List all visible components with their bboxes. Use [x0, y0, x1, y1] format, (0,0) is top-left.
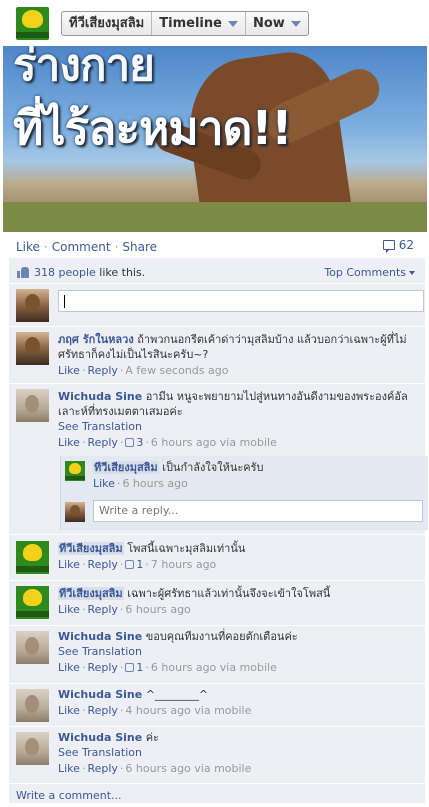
comment-reply-link[interactable]: Reply [87, 436, 117, 449]
comment-text: ขอบคุณทีมงานที่คอยตักเตือนค่ะ [145, 630, 298, 643]
comment-author[interactable]: Wichuda Sine [58, 731, 142, 744]
comment-text: ^________^ [145, 688, 209, 701]
comment-like-link[interactable]: Like [58, 762, 80, 775]
comment-author[interactable]: ทีวีเสียงมุสลิม [58, 587, 124, 600]
page-name-label: ทีวีเสียงมุสลิม [69, 16, 145, 31]
comment-like-count-value: 3 [136, 436, 144, 449]
comment-reply-link[interactable]: Reply [87, 558, 117, 571]
comment-item: ภฤศ รักในหลวง ถ้าพวกนอกรีตเค้าด่าว่ามุสล… [9, 327, 425, 384]
post-actions: Like · Comment · Share 62 [16, 238, 414, 254]
share-link[interactable]: Share [122, 240, 157, 254]
avatar[interactable] [16, 541, 49, 574]
photo-headline-2: ที่ไร้ละหมาด!! [13, 101, 292, 155]
comment-input[interactable] [58, 290, 424, 312]
avatar[interactable] [16, 586, 49, 619]
write-comment-link[interactable]: Write a comment... [16, 789, 122, 802]
comment-like-count[interactable]: 1 [125, 661, 143, 674]
page-name-button[interactable]: ทีวีเสียงมุสลิม [62, 12, 153, 35]
avatar[interactable] [16, 389, 49, 422]
comment-reply-link[interactable]: Reply [87, 364, 117, 377]
comment-time: 6 hours ago [125, 603, 191, 616]
comment-like-link[interactable]: Like [58, 603, 80, 616]
comment-reply-link[interactable]: Reply [87, 704, 117, 717]
avatar[interactable] [16, 732, 49, 765]
comment-bubble-icon [382, 240, 395, 253]
comment-author[interactable]: ภฤศ รักในหลวง [58, 333, 134, 346]
comment-item: ทีวีเสียงมุสลิม เฉพาะผู้ศรัทธาแล้วเท่านั… [9, 581, 425, 626]
comment-time: 7 hours ago [150, 558, 217, 571]
timeline-dropdown[interactable]: Timeline [152, 12, 246, 35]
avatar[interactable] [16, 689, 49, 722]
chevron-down-icon [409, 270, 415, 275]
comment-text: เฉพาะผู้ศรัทธาแล้วเท่านั้นจึงจะเข้าใจโพส… [127, 587, 331, 600]
comment-like-count[interactable]: 1 [125, 558, 143, 571]
comment-like-link[interactable]: Like [58, 704, 80, 717]
top-comments-dropdown[interactable]: Top Comments [324, 266, 415, 279]
reply-author[interactable]: ทีวีเสียงมุสลิม [93, 461, 159, 474]
comment-text: โพสนี้เฉพาะมุสลิมเท่านั้น [127, 542, 246, 555]
post-photo[interactable]: ร่างกาย ที่ไร้ละหมาด!! [3, 46, 427, 232]
comment-like-count-value: 1 [136, 661, 144, 674]
comment-author[interactable]: Wichuda Sine [58, 630, 142, 643]
reply-input[interactable]: Write a reply... [93, 500, 423, 522]
comment-link[interactable]: Comment [52, 240, 111, 254]
see-translation-link[interactable]: See Translation [58, 645, 142, 658]
like-this-text: like this. [99, 266, 146, 279]
reply-time: 6 hours ago [122, 477, 188, 490]
people-like-link[interactable]: 318 people [34, 266, 96, 279]
comment-time: A few seconds ago [125, 364, 229, 377]
comment-like-link[interactable]: Like [58, 436, 80, 449]
thumbs-up-icon [125, 663, 135, 672]
comment-composer [9, 284, 425, 327]
page-header: ทีวีเสียงมุสลิม Timeline Now [0, 0, 429, 46]
comment-author[interactable]: ทีวีเสียงมุสลิม [58, 542, 124, 555]
reply-thread: ทีวีเสียงมุสลิม เป็นกำลังใจให้นะครับ Lik… [60, 456, 428, 530]
timeline-label: Timeline [159, 16, 222, 31]
comment-time: 6 hours ago via mobile [125, 762, 252, 775]
comment-author[interactable]: Wichuda Sine [58, 688, 142, 701]
top-comments-label: Top Comments [324, 266, 406, 279]
comment-like-link[interactable]: Like [58, 364, 80, 377]
comment-reply-link[interactable]: Reply [87, 661, 117, 674]
comment-text: ค่ะ [145, 731, 159, 744]
see-translation-link[interactable]: See Translation [58, 420, 142, 433]
now-dropdown[interactable]: Now [246, 12, 308, 35]
avatar[interactable] [16, 289, 49, 322]
thumbs-up-icon [125, 560, 135, 569]
avatar[interactable] [16, 631, 49, 664]
comment-count-value: 62 [398, 238, 414, 252]
comment-item: ทีวีเสียงมุสลิม โพสนี้เฉพาะมุสลิมเท่านั้… [9, 535, 425, 581]
like-link[interactable]: Like [16, 240, 40, 254]
comment-time: 6 hours ago via mobile [150, 436, 277, 449]
comment-count[interactable]: 62 [382, 238, 414, 253]
now-label: Now [252, 16, 285, 31]
chevron-down-icon [290, 20, 301, 27]
reply-like-link[interactable]: Like [93, 477, 115, 490]
comment-item: Wichuda Sine ค่ะ See Translation Like · Re… [9, 727, 425, 784]
thumbs-up-icon [17, 267, 29, 278]
chevron-down-icon [227, 20, 238, 27]
comment-time: 4 hours ago via mobile [125, 704, 252, 717]
comment-like-link[interactable]: Like [58, 558, 80, 571]
comment-reply-link[interactable]: Reply [87, 603, 117, 616]
comment-item: Wichuda Sine อามีน หนูจะพยายามไปสู่หนทาง… [9, 384, 428, 535]
likes-row: 318 people like this. Top Comments [9, 262, 425, 284]
comment-author[interactable]: Wichuda Sine [58, 390, 142, 403]
comment-time: 6 hours ago via mobile [150, 661, 277, 674]
reply-text: เป็นกำลังใจให้นะครับ [162, 461, 264, 474]
timeline-nav: ทีวีเสียงมุสลิม Timeline Now [61, 11, 309, 36]
comment-like-link[interactable]: Like [58, 661, 80, 674]
comment-like-count[interactable]: 3 [125, 436, 143, 449]
avatar [65, 502, 85, 522]
avatar[interactable] [65, 461, 85, 481]
see-translation-link[interactable]: See Translation [58, 746, 142, 759]
thumbs-up-icon [125, 438, 135, 447]
avatar[interactable] [16, 332, 49, 365]
comment-like-count-value: 1 [136, 558, 144, 571]
comment-item: Wichuda Sine ^________^ Like · Reply · 4 hou… [9, 684, 425, 727]
comment-item: Wichuda Sine ขอบคุณทีมงานที่คอยตักเตือนค… [9, 626, 425, 684]
comment-reply-link[interactable]: Reply [87, 762, 117, 775]
page-logo[interactable] [16, 7, 49, 40]
